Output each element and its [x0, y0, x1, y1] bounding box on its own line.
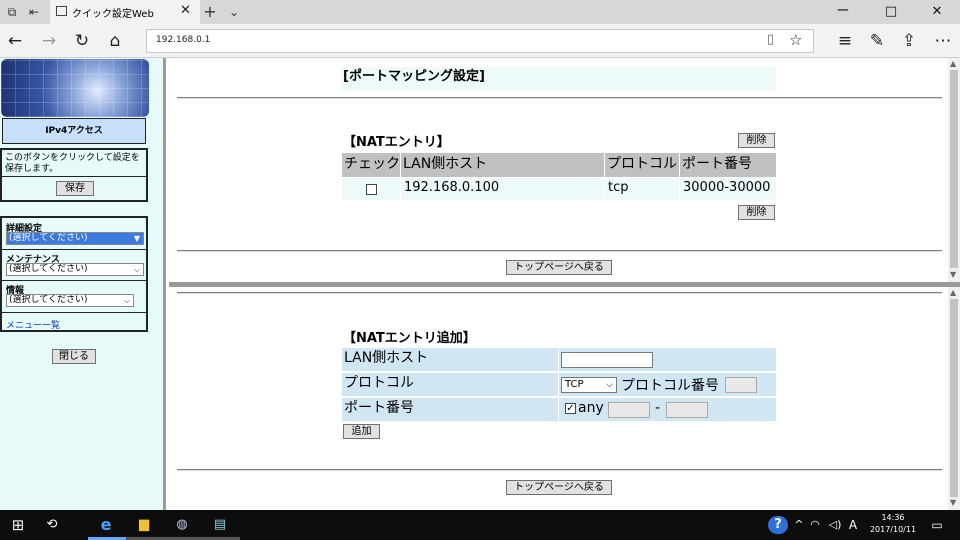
address-text: 192.168.0.1: [156, 35, 211, 45]
save-hint-text: このボタンをクリックして設定を保存します。: [5, 153, 140, 174]
lan-host-label: LAN側ホスト: [342, 348, 558, 371]
column-header-check: チェック: [342, 153, 400, 177]
browser-nav-bar: ← → ↻ ⌂ 192.168.0.1 ▯ ☆ ≡ ✎ ⇪ ⋯: [0, 24, 960, 58]
lan-host-input[interactable]: [561, 352, 653, 368]
windows-start-icon[interactable]: ⊞: [6, 514, 30, 536]
reading-view-icon[interactable]: ▯: [767, 32, 774, 47]
pen-icon[interactable]: ✎: [866, 30, 888, 52]
page-title: [ポートマッピング設定]: [341, 67, 776, 91]
chevron-down-icon: ⌵: [123, 296, 130, 305]
restore-button[interactable]: □: [868, 2, 914, 22]
cortana-icon[interactable]: ⟲: [40, 514, 64, 536]
page-icon: [56, 6, 67, 16]
volume-icon[interactable]: ◁): [826, 514, 844, 536]
network-icon[interactable]: ◠: [808, 514, 822, 536]
chevron-down-icon: ⌵: [606, 380, 613, 390]
ime-indicator[interactable]: A: [846, 514, 860, 536]
share-icon[interactable]: ⇪: [898, 30, 920, 52]
tab-list-icon[interactable]: ⧉: [4, 4, 20, 20]
port-start-input[interactable]: [608, 402, 650, 418]
lan-host-cell: [559, 348, 776, 371]
divider: [177, 469, 942, 471]
back-tab-icon[interactable]: ⇤: [26, 4, 42, 20]
file-explorer-icon[interactable]: ▆: [132, 514, 156, 536]
browser-tab[interactable]: クイック設定Web ✕: [50, 0, 200, 24]
more-icon[interactable]: ⋯: [932, 30, 954, 52]
port-cell: ✓ any -: [559, 398, 776, 421]
detail-settings-select[interactable]: (選択してください) ▼: [6, 232, 144, 245]
protocol-label: プロトコル: [342, 373, 558, 396]
port-label: ポート番号: [342, 398, 558, 421]
close-tab-icon[interactable]: ✕: [180, 3, 191, 18]
protocol-number-label: プロトコル番号: [621, 378, 719, 394]
favorite-star-icon[interactable]: ☆: [789, 31, 802, 49]
protocol-number-input[interactable]: [725, 377, 757, 393]
ipv4-access-label[interactable]: IPv4アクセス: [2, 118, 146, 144]
help-icon[interactable]: ?: [768, 516, 788, 534]
frame-splitter[interactable]: [169, 282, 960, 287]
home-icon[interactable]: ⌂: [104, 30, 126, 52]
show-hidden-icons-icon[interactable]: ^: [792, 514, 806, 536]
taskbar: ⊞ ⟲ e ▆ ◍ ▤ ? ^ ◠ ◁) A 14:36 2017/10/11 …: [0, 510, 960, 540]
menu-box: 詳細設定 (選択してください) ▼ メンテナンス (選択してください) ⌵ 情報 (…: [0, 216, 148, 332]
back-icon[interactable]: ←: [4, 30, 26, 52]
upper-scrollbar[interactable]: ▲ ▼: [948, 58, 960, 282]
router-logo: [1, 59, 149, 117]
notepad-icon[interactable]: ▤: [208, 514, 232, 536]
add-button[interactable]: 追加: [343, 424, 380, 439]
favorites-hub-icon[interactable]: ≡: [834, 30, 856, 52]
port-range-separator: -: [655, 400, 661, 416]
refresh-icon[interactable]: ↻: [71, 30, 93, 52]
divider: [177, 97, 942, 99]
protocol-cell: TCP ⌵ プロトコル番号: [559, 373, 776, 396]
any-label: any: [578, 400, 604, 416]
table-row-port: 30000-30000: [680, 178, 776, 200]
back-to-top-button-lower[interactable]: トップページへ戻る: [506, 480, 612, 495]
tab-title: クイック設定Web: [72, 9, 154, 20]
clock[interactable]: 14:36 2017/10/11: [864, 512, 922, 536]
minimize-button[interactable]: ー: [820, 2, 866, 22]
tab-menu-icon[interactable]: ⌄: [226, 4, 242, 20]
close-button[interactable]: 閉じる: [52, 349, 96, 364]
divider: [177, 292, 942, 294]
port-end-input[interactable]: [666, 402, 708, 418]
edge-icon[interactable]: e: [94, 514, 118, 536]
left-menu-frame: IPv4アクセス このボタンをクリックして設定を保存します。 保存 詳細設定 (…: [0, 58, 166, 510]
nat-entry-title: 【NATエントリ】: [343, 135, 450, 150]
close-window-button[interactable]: ✕: [914, 2, 960, 22]
notification-icon[interactable]: ▭: [928, 514, 946, 536]
row-checkbox[interactable]: [366, 184, 377, 195]
browser-title-bar: ⧉ ⇤ クイック設定Web ✕ + ⌄ ー □ ✕: [0, 0, 960, 24]
new-tab-icon[interactable]: +: [202, 4, 218, 20]
save-button[interactable]: 保存: [56, 181, 94, 196]
table-row-check-cell: [342, 178, 400, 200]
chevron-down-icon: ▼: [133, 234, 140, 243]
lower-scrollbar[interactable]: ▲ ▼: [948, 287, 960, 510]
divider: [177, 250, 942, 252]
protocol-select[interactable]: TCP ⌵: [561, 377, 617, 393]
maintenance-select[interactable]: (選択してください) ⌵: [6, 263, 144, 276]
clock-date: 2017/10/11: [869, 525, 917, 534]
back-to-top-button-upper[interactable]: トップページへ戻る: [506, 260, 612, 275]
address-bar[interactable]: 192.168.0.1 ▯ ☆: [146, 29, 814, 53]
chevron-down-icon: ⌵: [133, 265, 140, 274]
nat-entry-add-title: 【NATエントリ追加】: [343, 331, 476, 346]
forward-icon[interactable]: →: [38, 30, 60, 52]
column-header-port: ポート番号: [680, 153, 776, 177]
any-checkbox[interactable]: ✓: [565, 403, 576, 414]
delete-button-bottom[interactable]: 削除: [738, 205, 775, 220]
save-box: このボタンをクリックして設定を保存します。 保存: [0, 148, 148, 202]
info-select[interactable]: (選択してください) ⌵: [6, 294, 134, 307]
delete-button-top[interactable]: 削除: [738, 133, 775, 148]
menu-list-link[interactable]: メニュー一覧: [6, 318, 60, 331]
column-header-lan-host: LAN側ホスト: [401, 153, 604, 177]
app-icon[interactable]: ◍: [170, 514, 194, 536]
column-header-protocol: プロトコル: [605, 153, 679, 177]
clock-time: 14:36: [881, 513, 905, 522]
table-row-host: 192.168.0.100: [401, 178, 604, 200]
table-row-protocol: tcp: [605, 178, 679, 200]
